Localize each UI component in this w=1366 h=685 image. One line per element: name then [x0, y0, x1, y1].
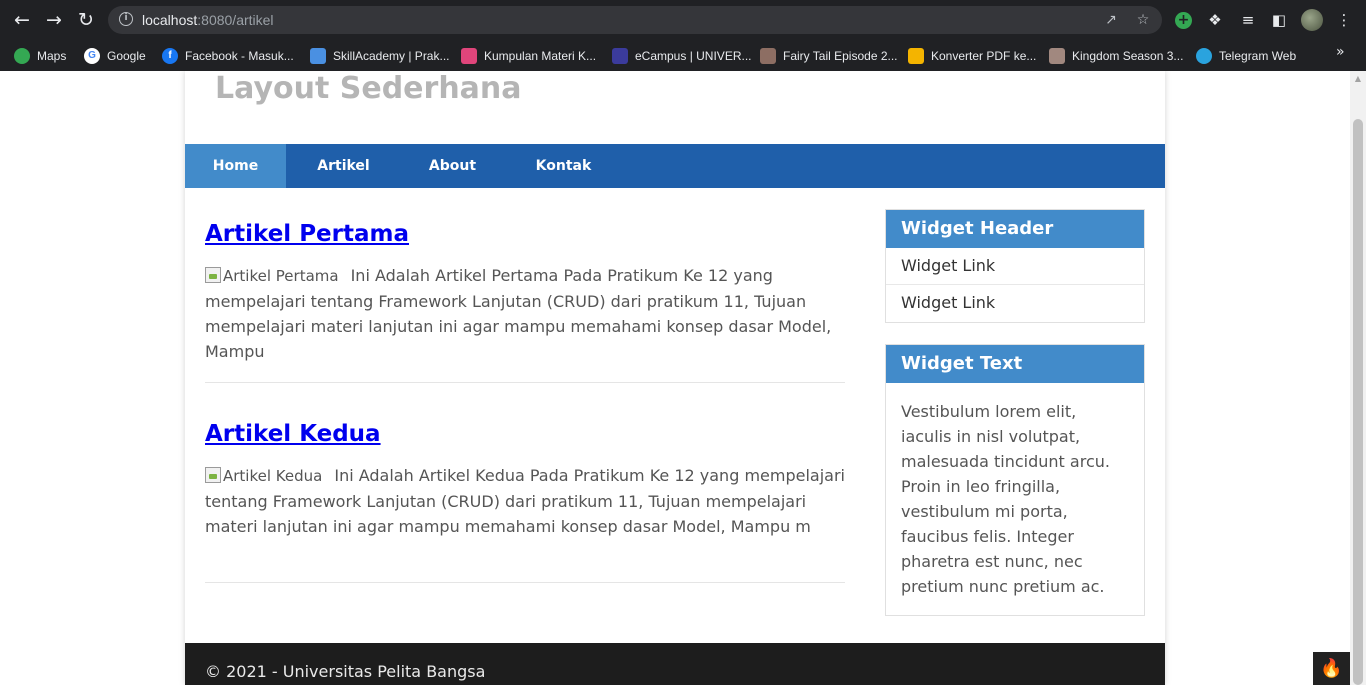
article-title-link[interactable]: Artikel Kedua	[205, 419, 845, 449]
page-scrollbar[interactable]: ▲	[1350, 71, 1366, 685]
article-image: Artikel Kedua	[205, 467, 322, 485]
forward-arrow-icon[interactable]: →	[42, 8, 66, 32]
scroll-up-arrow-icon[interactable]: ▲	[1350, 71, 1366, 87]
footer-copyright: © 2021 - Universitas Pelita Bangsa	[205, 662, 486, 681]
anime-icon	[760, 48, 776, 64]
widget-link[interactable]: Widget Link	[886, 248, 1144, 285]
media-queue-icon[interactable]: ≡	[1237, 9, 1259, 31]
bookmark-label: Telegram Web	[1219, 49, 1297, 63]
maps-pin-icon	[14, 48, 30, 64]
menu-kebab-icon[interactable]: ⋮	[1333, 9, 1355, 31]
address-bar[interactable]: i localhost:8080/artikel ↗ ☆	[108, 6, 1162, 34]
site-info-icon[interactable]: i	[119, 12, 133, 26]
article-body: Artikel Kedua Ini Adalah Artikel Kedua Pa…	[205, 463, 845, 539]
site-title: Layout Sederhana	[215, 71, 522, 106]
bookmark-label: Kingdom Season 3...	[1072, 49, 1184, 63]
broken-image-icon	[205, 267, 221, 283]
nav-item-home[interactable]: Home	[185, 144, 286, 188]
kingdom-icon	[1049, 48, 1065, 64]
bookmark-label: Facebook - Masuk...	[185, 49, 294, 63]
back-arrow-icon[interactable]: ←	[10, 8, 34, 32]
article-card: Artikel Pertama Artikel Pertama Ini Adala…	[205, 219, 845, 364]
bookmark-item[interactable]: Kingdom Season 3...	[1049, 45, 1183, 67]
bookmark-item[interactable]: Konverter PDF ke...	[908, 45, 1036, 67]
article-title-link[interactable]: Artikel Pertama	[205, 219, 845, 249]
widget-header: Widget Header	[886, 210, 1144, 248]
bookmark-item[interactable]: G Google	[84, 45, 146, 67]
main-nav: Home Artikel About Kontak	[185, 144, 1165, 188]
browser-toolbar: ← → ↻ i localhost:8080/artikel ↗ ☆ + ❖ ≡…	[0, 0, 1366, 40]
url-path: :8080/artikel	[197, 12, 274, 28]
page-footer: © 2021 - Universitas Pelita Bangsa	[185, 643, 1165, 685]
bookmark-label: Konverter PDF ke...	[931, 49, 1037, 63]
url-host: localhost	[142, 12, 198, 28]
reload-icon[interactable]: ↻	[74, 8, 98, 32]
bookmark-label: Kumpulan Materi K...	[484, 49, 597, 63]
sidebar-widget-links: Widget Header Widget Link Widget Link	[885, 209, 1145, 323]
bookmark-item[interactable]: eCampus | UNIVER...	[612, 45, 751, 67]
widget-header: Widget Text	[886, 345, 1144, 383]
debug-toolbar-flame-icon[interactable]: 🔥	[1313, 652, 1350, 685]
scrollbar-thumb[interactable]	[1353, 119, 1363, 685]
bookmarks-overflow-icon[interactable]: »	[1336, 44, 1345, 60]
telegram-icon	[1196, 48, 1212, 64]
leaf-icon	[461, 48, 477, 64]
bookmark-item[interactable]: f Facebook - Masuk...	[162, 45, 294, 67]
bookmark-item[interactable]: Maps	[14, 45, 66, 67]
bookmark-label: Fairy Tail Episode 2...	[783, 49, 898, 63]
article-body: Artikel Pertama Ini Adalah Artikel Pertam…	[205, 263, 845, 364]
extension-add-icon[interactable]: +	[1175, 12, 1192, 29]
nav-item-kontak[interactable]: Kontak	[504, 144, 623, 188]
bookmark-label: eCampus | UNIVER...	[635, 49, 752, 63]
bookmark-item[interactable]: Kumpulan Materi K...	[461, 45, 596, 67]
bookmarks-bar: Maps G Google f Facebook - Masuk... SkillAcad…	[0, 40, 1366, 71]
nav-item-about[interactable]: About	[401, 144, 504, 188]
bookmark-label: Google	[107, 49, 146, 63]
profile-avatar[interactable]	[1301, 9, 1323, 31]
bookmark-item[interactable]: SkillAcademy | Prak...	[310, 45, 449, 67]
widget-text: Vestibulum lorem elit, iaculis in nisl v…	[901, 402, 1110, 596]
share-icon[interactable]: ↗	[1102, 11, 1120, 29]
google-g-icon: G	[84, 48, 100, 64]
facebook-icon: f	[162, 48, 178, 64]
sidebar-widget-text: Widget Text Vestibulum lorem elit, iacul…	[885, 344, 1145, 616]
bookmark-item[interactable]: Fairy Tail Episode 2...	[760, 45, 898, 67]
skillacademy-icon	[310, 48, 326, 64]
ecampus-icon	[612, 48, 628, 64]
pdf-converter-icon	[908, 48, 924, 64]
page-viewport: Layout Sederhana Home Artikel About Kont…	[0, 71, 1350, 685]
bookmark-star-icon[interactable]: ☆	[1134, 11, 1152, 29]
nav-item-artikel[interactable]: Artikel	[286, 144, 401, 188]
article-image: Artikel Pertama	[205, 267, 339, 285]
article-image-alt: Artikel Kedua	[223, 467, 323, 485]
article-divider	[205, 382, 845, 383]
article-card: Artikel Kedua Artikel Kedua Ini Adalah Ar…	[205, 419, 845, 539]
page-container: Layout Sederhana Home Artikel About Kont…	[185, 71, 1165, 685]
address-bar-url[interactable]: localhost:8080/artikel	[142, 12, 274, 28]
widget-link[interactable]: Widget Link	[886, 285, 1144, 322]
side-panel-icon[interactable]: ◧	[1268, 9, 1290, 31]
broken-image-icon	[205, 467, 221, 483]
article-divider	[205, 582, 845, 583]
bookmark-label: SkillAcademy | Prak...	[333, 49, 450, 63]
bookmark-item[interactable]: Telegram Web	[1196, 45, 1296, 67]
bookmark-label: Maps	[37, 49, 67, 63]
extensions-puzzle-icon[interactable]: ❖	[1204, 9, 1226, 31]
browser-chrome: ← → ↻ i localhost:8080/artikel ↗ ☆ + ❖ ≡…	[0, 0, 1366, 71]
article-image-alt: Artikel Pertama	[223, 267, 339, 285]
